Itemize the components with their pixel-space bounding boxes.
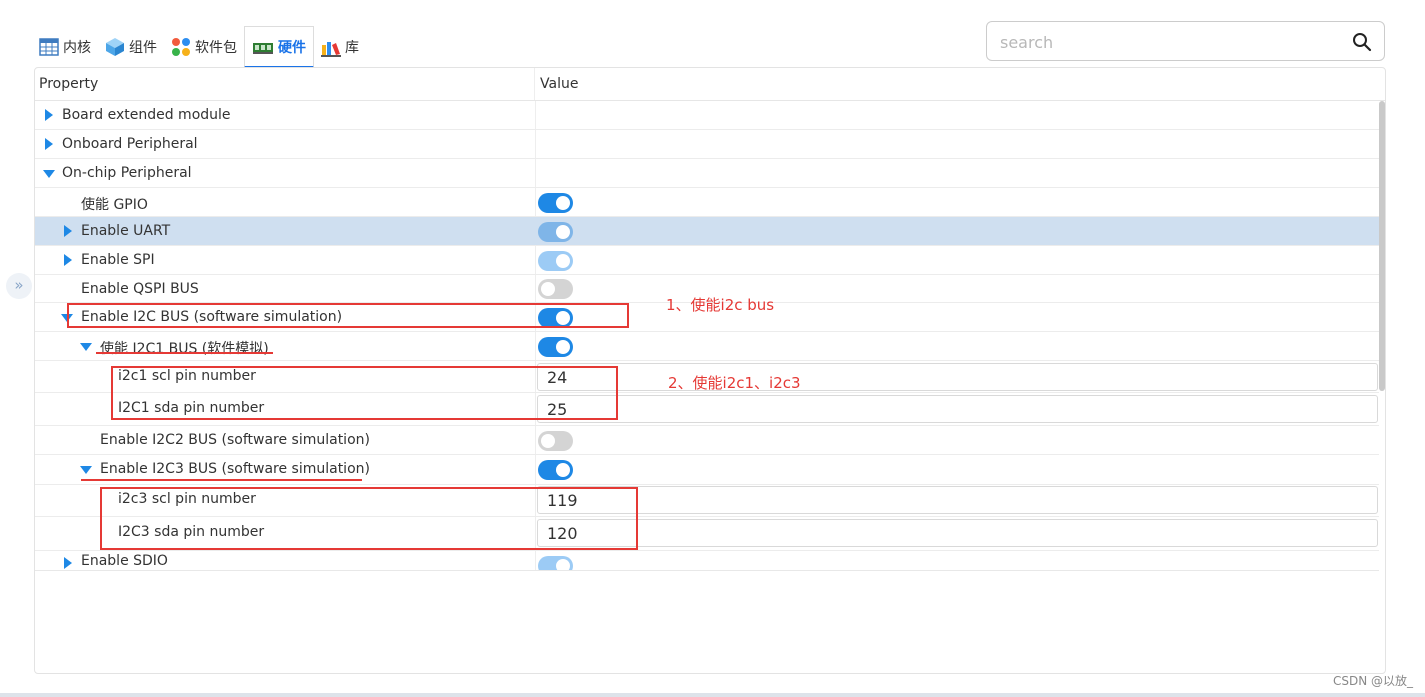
i2c3-scl-pin-input[interactable]: 119 bbox=[537, 486, 1378, 514]
row-label: Onboard Peripheral bbox=[62, 136, 198, 152]
tree-row-sdio[interactable]: Enable SDIO bbox=[35, 551, 1379, 571]
tab-label: 软件包 bbox=[195, 40, 237, 56]
tree-row-i2c1-bus[interactable]: 使能 I2C1 BUS (软件模拟) bbox=[35, 332, 1379, 361]
board-icon bbox=[252, 37, 274, 57]
row-label: Enable SPI bbox=[81, 252, 155, 268]
annotation-underline-i2c1 bbox=[96, 352, 273, 354]
annotation-underline-i2c3 bbox=[81, 479, 362, 481]
vertical-scrollbar[interactable] bbox=[1379, 101, 1385, 391]
tree-row-spi[interactable]: Enable SPI bbox=[35, 246, 1379, 275]
bottom-border bbox=[0, 693, 1425, 697]
tree-row-uart[interactable]: Enable UART bbox=[35, 217, 1379, 246]
expand-sidebar-icon[interactable]: » bbox=[6, 273, 32, 299]
tab-label: 内核 bbox=[63, 40, 91, 56]
toggle-i2c2-bus[interactable] bbox=[538, 431, 573, 451]
tab-kernel[interactable]: 内核 bbox=[32, 26, 98, 68]
toggle-gpio[interactable] bbox=[538, 193, 573, 213]
library-icon bbox=[321, 37, 341, 57]
search-input[interactable] bbox=[1000, 31, 1340, 53]
watermark: CSDN @以放_ bbox=[1332, 674, 1413, 688]
toggle-qspi[interactable] bbox=[538, 279, 573, 299]
header-value: Value bbox=[540, 76, 579, 92]
annotation-box-i2c1-pins bbox=[111, 366, 618, 420]
annotation-note-1: 1、使能i2c bus bbox=[666, 296, 775, 314]
row-label: Enable QSPI BUS bbox=[81, 281, 199, 297]
packages-icon bbox=[171, 37, 191, 57]
tree-row-board-extended[interactable]: Board extended module bbox=[35, 101, 1379, 130]
i2c3-sda-pin-input[interactable]: 120 bbox=[537, 519, 1378, 547]
table-header: Property Value bbox=[35, 68, 1385, 101]
row-label: 使能 I2C1 BUS (软件模拟) bbox=[100, 341, 269, 357]
annotation-box-i2c3-pins bbox=[100, 487, 638, 550]
tab-label: 库 bbox=[345, 40, 359, 56]
toggle-i2c3-bus[interactable] bbox=[538, 460, 573, 480]
expand-arrow-icon[interactable] bbox=[64, 557, 72, 569]
tab-packages[interactable]: 软件包 bbox=[164, 26, 244, 68]
expand-arrow-icon[interactable] bbox=[64, 254, 72, 266]
toggle-sdio[interactable] bbox=[538, 556, 573, 570]
row-label: Enable SDIO bbox=[81, 553, 168, 569]
i2c1-sda-pin-input[interactable]: 25 bbox=[537, 395, 1378, 423]
tab-label: 硬件 bbox=[278, 39, 306, 56]
search-box bbox=[986, 21, 1385, 61]
tree-row-onboard[interactable]: Onboard Peripheral bbox=[35, 130, 1379, 159]
row-label: 使能 GPIO bbox=[81, 197, 148, 213]
expand-arrow-icon[interactable] bbox=[45, 109, 53, 121]
tree-row-i2c2-bus[interactable]: Enable I2C2 BUS (software simulation) bbox=[35, 426, 1379, 455]
toggle-spi[interactable] bbox=[538, 251, 573, 271]
expand-arrow-icon[interactable] bbox=[64, 225, 72, 237]
header-property: Property bbox=[35, 68, 535, 100]
tab-label: 组件 bbox=[129, 40, 157, 56]
collapse-arrow-icon[interactable] bbox=[80, 343, 92, 351]
collapse-arrow-icon[interactable] bbox=[80, 466, 92, 474]
tree-row-gpio[interactable]: 使能 GPIO bbox=[35, 188, 1379, 217]
toggle-i2c1-bus[interactable] bbox=[538, 337, 573, 357]
tab-bar: 内核 组件 软件包 硬件 库 bbox=[32, 24, 366, 68]
row-label: Enable I2C3 BUS (software simulation) bbox=[100, 461, 370, 477]
row-label: On-chip Peripheral bbox=[62, 165, 192, 181]
tab-hardware[interactable]: 硬件 bbox=[244, 26, 314, 68]
tab-components[interactable]: 组件 bbox=[98, 26, 164, 68]
cube-icon bbox=[105, 37, 125, 57]
toggle-uart[interactable] bbox=[538, 222, 573, 242]
tab-library[interactable]: 库 bbox=[314, 26, 366, 68]
row-label: Enable UART bbox=[81, 223, 171, 239]
collapse-arrow-icon[interactable] bbox=[43, 170, 55, 178]
annotation-note-2: 2、使能i2c1、i2c3 bbox=[668, 374, 801, 392]
search-icon[interactable] bbox=[1352, 32, 1372, 52]
i2c1-scl-pin-input[interactable]: 24 bbox=[537, 363, 1378, 391]
row-label: Board extended module bbox=[62, 107, 231, 123]
table-icon bbox=[39, 37, 59, 57]
row-label: Enable I2C2 BUS (software simulation) bbox=[100, 432, 370, 448]
tree-row-onchip[interactable]: On-chip Peripheral bbox=[35, 159, 1379, 188]
expand-arrow-icon[interactable] bbox=[45, 138, 53, 150]
annotation-box-i2c-bus bbox=[67, 303, 629, 328]
